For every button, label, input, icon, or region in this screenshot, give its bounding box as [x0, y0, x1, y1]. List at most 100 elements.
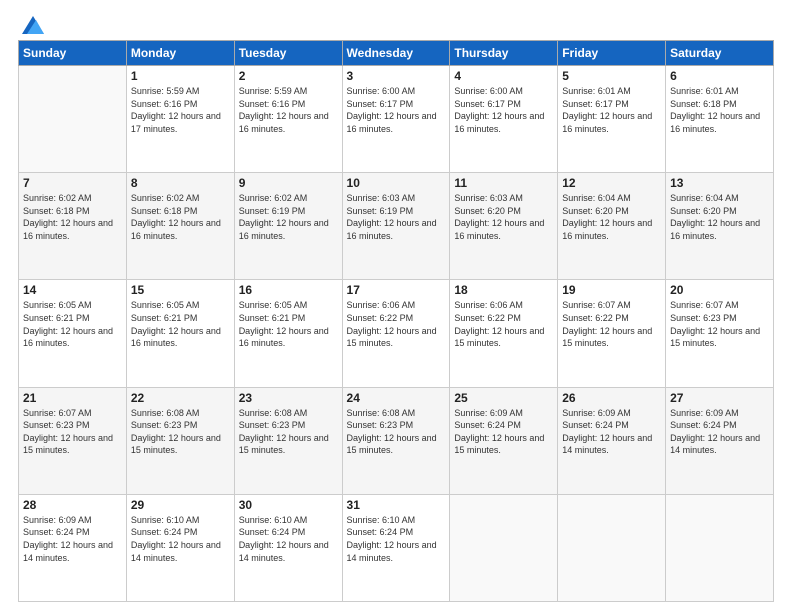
day-number: 19 — [562, 283, 661, 297]
sunset-label: Sunset: 6:22 PM — [562, 313, 629, 323]
daylight-label: Daylight: 12 hours and 16 minutes. — [562, 218, 652, 241]
sunset-label: Sunset: 6:22 PM — [347, 313, 414, 323]
day-number: 6 — [670, 69, 769, 83]
daylight-label: Daylight: 12 hours and 15 minutes. — [347, 326, 437, 349]
calendar-cell: 9 Sunrise: 6:02 AM Sunset: 6:19 PM Daylight… — [234, 173, 342, 280]
sunset-label: Sunset: 6:17 PM — [454, 99, 521, 109]
day-number: 30 — [239, 498, 338, 512]
daylight-label: Daylight: 12 hours and 15 minutes. — [670, 326, 760, 349]
day-header-saturday: Saturday — [666, 41, 774, 66]
day-number: 16 — [239, 283, 338, 297]
day-number: 17 — [347, 283, 446, 297]
day-info: Sunrise: 6:04 AMSunset: 6:20 PMDaylight:… — [670, 192, 769, 242]
daylight-label: Daylight: 12 hours and 16 minutes. — [131, 218, 221, 241]
daylight-label: Daylight: 12 hours and 16 minutes. — [454, 111, 544, 134]
daylight-label: Daylight: 12 hours and 16 minutes. — [23, 326, 113, 349]
sunset-label: Sunset: 6:18 PM — [131, 206, 198, 216]
calendar-cell — [558, 494, 666, 601]
day-info: Sunrise: 5:59 AMSunset: 6:16 PMDaylight:… — [131, 85, 230, 135]
calendar-cell: 13 Sunrise: 6:04 AMSunset: 6:20 PMDayligh… — [666, 173, 774, 280]
daylight-label: Daylight: 12 hours and 14 minutes. — [670, 433, 760, 456]
calendar-cell: 30 Sunrise: 6:10 AM Sunset: 6:24 PM Dayligh… — [234, 494, 342, 601]
day-info: Sunrise: 6:09 AMSunset: 6:24 PMDaylight:… — [670, 407, 769, 457]
day-number: 4 — [454, 69, 553, 83]
sunrise-label: Sunrise: 6:08 AM — [239, 408, 308, 418]
sunset-label: Sunset: 6:24 PM — [239, 527, 306, 537]
day-number: 9 — [239, 176, 338, 190]
day-info: Sunrise: 6:05 AMSunset: 6:21 PMDaylight:… — [131, 299, 230, 349]
sunrise-label: Sunrise: 6:10 AM — [239, 515, 308, 525]
day-number: 3 — [347, 69, 446, 83]
calendar-cell: 7Sunrise: 6:02 AMSunset: 6:18 PMDaylight… — [19, 173, 127, 280]
daylight-label: Daylight: 12 hours and 16 minutes. — [239, 218, 329, 241]
logo — [18, 16, 44, 30]
daylight-label: Daylight: 12 hours and 16 minutes. — [454, 218, 544, 241]
sunrise-label: Sunrise: 6:00 AM — [454, 86, 523, 96]
sunrise-label: Sunrise: 6:00 AM — [347, 86, 416, 96]
sunset-label: Sunset: 6:23 PM — [347, 420, 414, 430]
day-info: Sunrise: 6:09 AM Sunset: 6:24 PM Daylight:… — [454, 407, 553, 457]
day-number: 21 — [23, 391, 122, 405]
calendar-cell: 26Sunrise: 6:09 AMSunset: 6:24 PMDayligh… — [558, 387, 666, 494]
sunset-label: Sunset: 6:24 PM — [454, 420, 521, 430]
day-info: Sunrise: 6:10 AM Sunset: 6:24 PM Daylight:… — [239, 514, 338, 564]
sunrise-label: Sunrise: 6:05 AM — [131, 300, 200, 310]
daylight-label: Daylight: 12 hours and 16 minutes. — [670, 218, 760, 241]
sunset-label: Sunset: 6:16 PM — [131, 99, 198, 109]
day-number: 20 — [670, 283, 769, 297]
sunrise-label: Sunrise: 6:07 AM — [670, 300, 739, 310]
calendar-cell: 3Sunrise: 6:00 AMSunset: 6:17 PMDaylight… — [342, 66, 450, 173]
calendar-cell: 11Sunrise: 6:03 AMSunset: 6:20 PMDayligh… — [450, 173, 558, 280]
sunrise-label: Sunrise: 6:02 AM — [239, 193, 308, 203]
calendar-cell — [450, 494, 558, 601]
day-info: Sunrise: 6:02 AMSunset: 6:18 PMDaylight:… — [23, 192, 122, 242]
day-info: Sunrise: 6:08 AMSunset: 6:23 PMDaylight:… — [347, 407, 446, 457]
calendar-cell: 2Sunrise: 5:59 AMSunset: 6:16 PMDaylight… — [234, 66, 342, 173]
sunset-label: Sunset: 6:17 PM — [347, 99, 414, 109]
page-header — [18, 16, 774, 30]
sunrise-label: Sunrise: 6:07 AM — [23, 408, 92, 418]
calendar-cell: 29Sunrise: 6:10 AMSunset: 6:24 PMDayligh… — [126, 494, 234, 601]
day-number: 11 — [454, 176, 553, 190]
calendar-week-1: 1 Sunrise: 5:59 AMSunset: 6:16 PMDaylight… — [19, 66, 774, 173]
sunset-label: Sunset: 6:19 PM — [239, 206, 306, 216]
day-info: Sunrise: 6:07 AM Sunset: 6:23 PM Daylight:… — [670, 299, 769, 349]
calendar-cell: 17 Sunrise: 6:06 AM Sunset: 6:22 PM Dayligh… — [342, 280, 450, 387]
day-number: 31 — [347, 498, 446, 512]
calendar-cell: 31Sunrise: 6:10 AMSunset: 6:24 PMDayligh… — [342, 494, 450, 601]
daylight-label: Daylight: 12 hours and 16 minutes. — [23, 218, 113, 241]
daylight-label: Daylight: 12 hours and 15 minutes. — [454, 433, 544, 456]
day-number: 10 — [347, 176, 446, 190]
sunrise-label: Sunrise: 6:01 AM — [562, 86, 631, 96]
sunrise-label: Sunrise: 6:06 AM — [347, 300, 416, 310]
calendar-header-row: SundayMondayTuesdayWednesdayThursdayFrid… — [19, 41, 774, 66]
daylight-label: Daylight: 12 hours and 16 minutes. — [239, 111, 329, 134]
day-info: Sunrise: 6:07 AMSunset: 6:23 PMDaylight:… — [23, 407, 122, 457]
calendar-cell: 24Sunrise: 6:08 AMSunset: 6:23 PMDayligh… — [342, 387, 450, 494]
sunset-label: Sunset: 6:20 PM — [670, 206, 737, 216]
day-number: 25 — [454, 391, 553, 405]
day-number: 14 — [23, 283, 122, 297]
sunrise-label: Sunrise: 6:09 AM — [454, 408, 523, 418]
calendar-cell: 6Sunrise: 6:01 AMSunset: 6:18 PMDaylight… — [666, 66, 774, 173]
calendar-week-3: 14 Sunrise: 6:05 AMSunset: 6:21 PMDayligh… — [19, 280, 774, 387]
sunrise-label: Sunrise: 6:10 AM — [131, 515, 200, 525]
calendar-cell: 12Sunrise: 6:04 AMSunset: 6:20 PMDayligh… — [558, 173, 666, 280]
sunset-label: Sunset: 6:18 PM — [670, 99, 737, 109]
day-header-sunday: Sunday — [19, 41, 127, 66]
daylight-label: Daylight: 12 hours and 14 minutes. — [239, 540, 329, 563]
sunset-label: Sunset: 6:23 PM — [670, 313, 737, 323]
sunset-label: Sunset: 6:23 PM — [23, 420, 90, 430]
calendar-cell: 18Sunrise: 6:06 AMSunset: 6:22 PMDayligh… — [450, 280, 558, 387]
calendar-cell: 4 Sunrise: 6:00 AM Sunset: 6:17 PM Daylight… — [450, 66, 558, 173]
daylight-label: Daylight: 12 hours and 16 minutes. — [131, 326, 221, 349]
calendar-week-4: 21 Sunrise: 6:07 AM Sunset: 6:23 PM Dayligh… — [19, 387, 774, 494]
sunset-label: Sunset: 6:24 PM — [347, 527, 414, 537]
sunset-label: Sunset: 6:23 PM — [131, 420, 198, 430]
day-number: 23 — [239, 391, 338, 405]
day-number: 13 — [670, 176, 769, 190]
sunrise-label: Sunrise: 6:02 AM — [23, 193, 92, 203]
sunrise-label: Sunrise: 6:10 AM — [347, 515, 416, 525]
day-number: 1 — [131, 69, 230, 83]
calendar-cell: 5Sunrise: 6:01 AMSunset: 6:17 PMDaylight… — [558, 66, 666, 173]
